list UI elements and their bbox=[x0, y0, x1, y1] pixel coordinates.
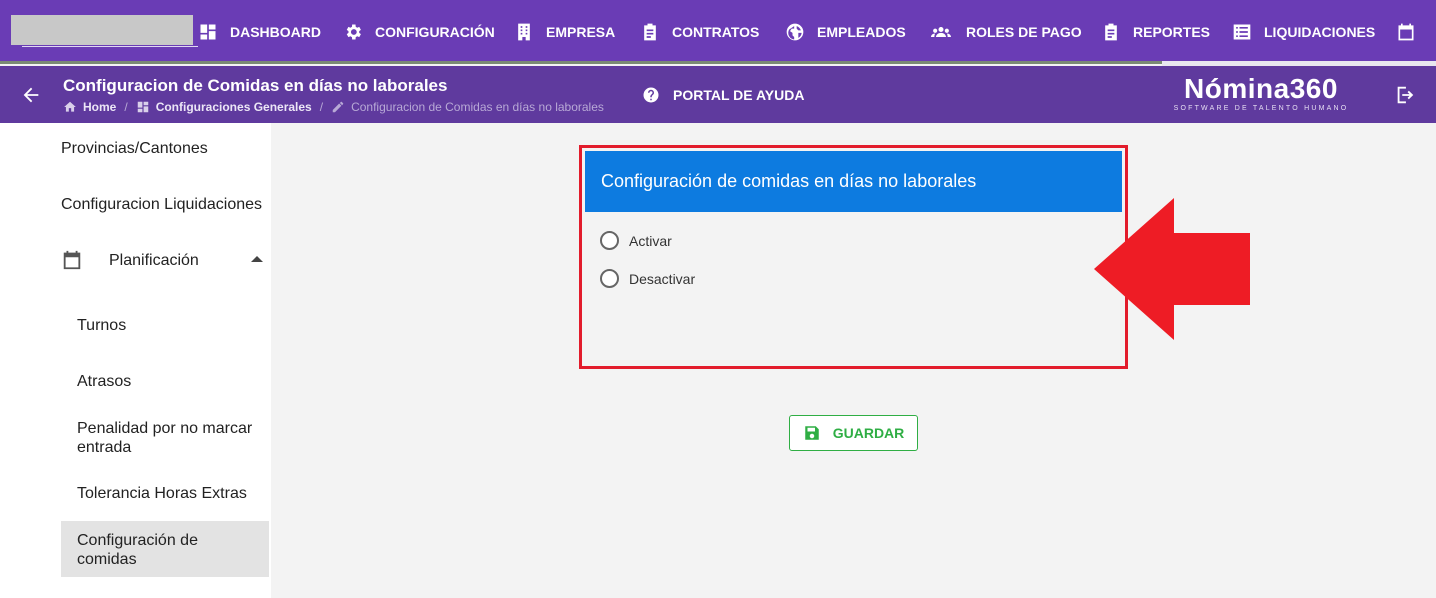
nav-divider bbox=[0, 61, 1162, 64]
nav-roles-de-pago-label: ROLES DE PAGO bbox=[966, 24, 1082, 40]
breadcrumb: Home / Configuraciones Generales / Confi… bbox=[63, 100, 604, 114]
nav-empleados-label: EMPLEADOS bbox=[817, 24, 906, 40]
config-card: Configuración de comidas en días no labo… bbox=[579, 145, 1128, 369]
redacted-logo-area bbox=[11, 15, 193, 45]
nav-reportes[interactable]: REPORTES bbox=[1101, 0, 1210, 64]
calendar-icon bbox=[1398, 23, 1414, 41]
floppy-disk-icon bbox=[804, 426, 819, 440]
help-portal-link[interactable]: PORTAL DE AYUDA bbox=[642, 86, 804, 104]
help-icon bbox=[643, 87, 659, 103]
pencil-icon bbox=[332, 101, 344, 113]
radio-button[interactable] bbox=[600, 269, 619, 288]
save-button-label: GUARDAR bbox=[832, 425, 905, 441]
page-title: Configuracion de Comidas en días no labo… bbox=[63, 76, 448, 95]
nav-dashboard[interactable]: DASHBOARD bbox=[198, 0, 321, 64]
breadcrumb-current: Configuracion de Comidas en días no labo… bbox=[351, 100, 604, 114]
breadcrumb-separator: / bbox=[124, 100, 128, 114]
caret-up-icon[interactable] bbox=[251, 256, 263, 262]
nav-reportes-label: REPORTES bbox=[1133, 24, 1211, 40]
page-header: Configuracion de Comidas en días no labo… bbox=[0, 66, 1436, 123]
calendar-icon bbox=[61, 248, 83, 272]
sidebar-subitem-configuracion-comidas[interactable]: Configuración de comidas bbox=[77, 531, 237, 569]
logout-button[interactable] bbox=[1394, 84, 1416, 106]
globe-icon bbox=[786, 23, 804, 41]
nav-roles-de-pago[interactable]: ROLES DE PAGO bbox=[928, 0, 1082, 64]
breadcrumb-separator: / bbox=[319, 100, 324, 114]
radio-activar-label: Activar bbox=[629, 232, 672, 249]
nav-empresa-label: EMPRESA bbox=[546, 24, 616, 40]
nav-contratos[interactable]: CONTRATOS bbox=[640, 0, 759, 64]
dashboard-icon bbox=[137, 101, 148, 113]
red-arrow-annotation bbox=[1094, 198, 1250, 340]
nav-contratos-label: CONTRATOS bbox=[672, 24, 760, 40]
users-icon bbox=[931, 27, 951, 37]
radio-desactivar[interactable]: Desactivar bbox=[600, 269, 695, 288]
sidebar-subitem-turnos[interactable]: Turnos bbox=[77, 316, 257, 335]
list-icon bbox=[1233, 24, 1251, 40]
radio-activar[interactable]: Activar bbox=[600, 231, 672, 250]
radio-button[interactable] bbox=[600, 231, 619, 250]
gear-icon bbox=[346, 24, 361, 40]
nav-dashboard-label: DASHBOARD bbox=[230, 24, 321, 40]
nav-calendar[interactable] bbox=[1396, 0, 1428, 64]
save-button[interactable]: GUARDAR bbox=[789, 415, 918, 451]
clipboard-icon bbox=[644, 23, 656, 41]
logo-name: Nómina360 bbox=[1184, 73, 1338, 104]
sidebar-subitem-penalidad[interactable]: Penalidad por no marcar entrada bbox=[77, 419, 257, 457]
sidebar-subitem-tolerancia[interactable]: Tolerancia Horas Extras bbox=[77, 484, 257, 503]
radio-desactivar-label: Desactivar bbox=[629, 270, 696, 287]
logo-tagline: SOFTWARE DE TALENTO HUMANO bbox=[1173, 105, 1349, 112]
sidebar-item-planificacion[interactable]: Planificación bbox=[109, 252, 199, 270]
nav-empleados[interactable]: EMPLEADOS bbox=[785, 0, 906, 64]
nav-liquidaciones-label: LIQUIDACIONES bbox=[1264, 24, 1376, 40]
top-navbar: DASHBOARD CONFIGURACIÓN EMPRESA CONTRATO… bbox=[0, 0, 1436, 66]
dashboard-icon bbox=[200, 24, 216, 40]
nomina360-logo: Nómina360 SOFTWARE DE TALENTO HUMANO bbox=[1170, 73, 1352, 112]
nav-configuracion-label: CONFIGURACIÓN bbox=[375, 24, 495, 40]
redacted-underline bbox=[22, 46, 198, 47]
back-button[interactable] bbox=[20, 84, 42, 106]
card-title: Configuración de comidas en días no labo… bbox=[585, 151, 1122, 212]
nav-configuracion[interactable]: CONFIGURACIÓN bbox=[343, 0, 495, 64]
logout-icon bbox=[1397, 86, 1414, 104]
nav-empresa[interactable]: EMPRESA bbox=[514, 0, 615, 64]
sidebar: Provincias/Cantones Configuracion Liquid… bbox=[0, 123, 271, 598]
nav-liquidaciones[interactable]: LIQUIDACIONES bbox=[1232, 0, 1375, 64]
breadcrumb-configuraciones-generales[interactable]: Configuraciones Generales bbox=[156, 100, 312, 114]
help-portal-label: PORTAL DE AYUDA bbox=[673, 87, 805, 103]
home-icon bbox=[64, 101, 76, 112]
arrow-left-icon bbox=[23, 87, 39, 103]
breadcrumb-home[interactable]: Home bbox=[83, 100, 116, 114]
sidebar-item-provincias-cantones[interactable]: Provincias/Cantones bbox=[61, 140, 208, 158]
building-icon bbox=[518, 23, 530, 41]
sidebar-subitem-atrasos[interactable]: Atrasos bbox=[77, 372, 257, 391]
sidebar-item-configuracion-liquidaciones[interactable]: Configuracion Liquidaciones bbox=[61, 196, 262, 214]
clipboard-icon bbox=[1105, 23, 1117, 41]
